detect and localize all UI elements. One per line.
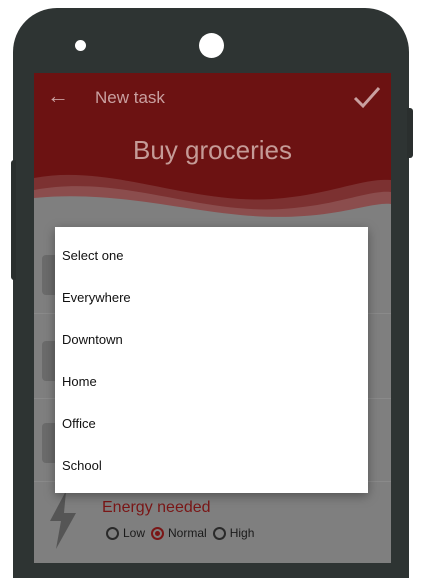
energy-option-normal[interactable]: Normal <box>151 526 207 540</box>
energy-option-label: Low <box>123 526 146 540</box>
sensor-dot <box>75 40 86 51</box>
task-name-heading[interactable]: Buy groceries <box>34 135 391 166</box>
header-wave-decoration <box>34 175 391 233</box>
lightning-bolt-icon <box>50 491 76 549</box>
energy-radio-group: Low Normal High <box>106 526 260 540</box>
front-camera <box>199 33 224 58</box>
volume-button <box>11 160 16 280</box>
dialog-option-everywhere[interactable]: Everywhere <box>55 277 368 319</box>
energy-option-high[interactable]: High <box>212 526 255 540</box>
energy-option-label: Normal <box>168 526 207 540</box>
arrow-left-icon[interactable]: ← <box>47 85 69 107</box>
dialog-option-home[interactable]: Home <box>55 361 368 403</box>
location-select-dialog: Select one Everywhere Downtown Home Offi… <box>55 227 368 493</box>
dialog-option-office[interactable]: Office <box>55 403 368 445</box>
energy-label: Energy needed <box>102 499 211 516</box>
dialog-option-select-one[interactable]: Select one <box>55 235 368 277</box>
radio-high[interactable] <box>212 526 226 540</box>
app-header: ← New task Buy groceries <box>34 73 391 233</box>
page-title: New task <box>95 88 165 107</box>
checkmark-icon[interactable] <box>352 83 382 111</box>
dialog-option-downtown[interactable]: Downtown <box>55 319 368 361</box>
power-button <box>407 108 413 158</box>
radio-normal[interactable] <box>151 526 165 540</box>
energy-option-low[interactable]: Low <box>106 526 145 540</box>
radio-low[interactable] <box>106 526 119 540</box>
dialog-option-school[interactable]: School <box>55 445 368 487</box>
energy-option-label: High <box>229 526 255 540</box>
